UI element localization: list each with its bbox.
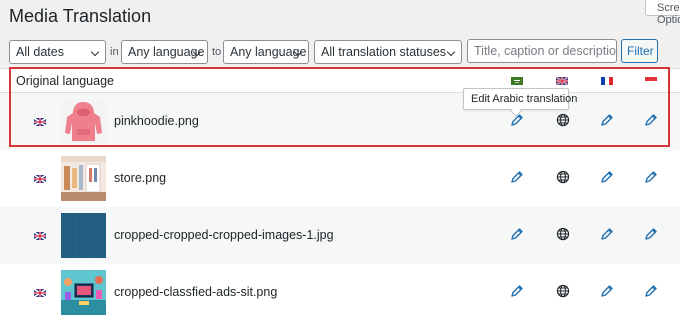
media-thumbnail[interactable] <box>61 99 106 144</box>
pencil-icon[interactable] <box>600 284 614 298</box>
file-name[interactable]: store.png <box>114 171 166 185</box>
pencil-icon[interactable] <box>600 227 614 241</box>
globe-icon <box>556 284 570 298</box>
status-select[interactable]: All translation statuses <box>314 40 462 64</box>
media-thumbnail[interactable] <box>61 213 106 258</box>
english-flag-icon <box>34 118 46 126</box>
table-header: Original language <box>0 68 680 93</box>
chevron-down-icon <box>90 47 100 57</box>
screen-options-button[interactable]: Screen Options <box>645 0 680 26</box>
pencil-icon[interactable] <box>644 170 658 184</box>
source-language-select[interactable]: Any language <box>121 40 208 64</box>
status-select-value: All translation statuses <box>321 45 447 59</box>
indonesian-flag-icon[interactable] <box>645 77 657 85</box>
chevron-down-icon <box>446 47 456 57</box>
globe-icon <box>556 113 570 127</box>
search-input[interactable]: Title, caption or description <box>467 39 617 63</box>
pencil-icon[interactable] <box>600 170 614 184</box>
english-flag-icon[interactable] <box>556 77 568 85</box>
pencil-icon[interactable] <box>510 170 524 184</box>
media-thumbnail[interactable] <box>61 156 106 201</box>
globe-icon <box>556 227 570 241</box>
pencil-icon[interactable] <box>644 284 658 298</box>
dates-select-value: All dates <box>16 45 64 59</box>
file-name[interactable]: cropped-cropped-cropped-images-1.jpg <box>114 228 334 242</box>
media-thumbnail[interactable] <box>61 270 106 315</box>
pencil-icon[interactable] <box>510 284 524 298</box>
file-name[interactable]: cropped-classfied-ads-sit.png <box>114 285 277 299</box>
arabic-flag-icon[interactable] <box>511 77 523 85</box>
to-label: to <box>212 46 222 58</box>
pencil-icon[interactable] <box>510 227 524 241</box>
filter-bar: All dates in Any language to Any languag… <box>0 39 680 66</box>
filter-button[interactable]: Filter <box>621 39 658 63</box>
english-flag-icon <box>34 175 46 183</box>
french-flag-icon[interactable] <box>601 77 613 85</box>
in-label: in <box>110 46 119 58</box>
english-flag-icon <box>34 289 46 297</box>
dates-select[interactable]: All dates <box>9 40 106 64</box>
table-row: store.png <box>0 150 680 207</box>
table-row: cropped-classfied-ads-sit.png <box>0 264 680 315</box>
file-name[interactable]: pinkhoodie.png <box>114 114 199 128</box>
pencil-icon[interactable] <box>644 113 658 127</box>
pencil-icon[interactable] <box>600 113 614 127</box>
table-row: cropped-cropped-cropped-images-1.jpg <box>0 207 680 264</box>
original-language-header: Original language <box>16 74 114 88</box>
target-language-select[interactable]: Any language <box>223 40 309 64</box>
globe-icon <box>556 170 570 184</box>
media-table: Original language pinkhoodie.png store.p… <box>0 68 680 315</box>
page-title: Media Translation <box>9 6 152 26</box>
pencil-icon[interactable] <box>644 227 658 241</box>
english-flag-icon <box>34 232 46 240</box>
table-row: pinkhoodie.png <box>0 93 680 150</box>
